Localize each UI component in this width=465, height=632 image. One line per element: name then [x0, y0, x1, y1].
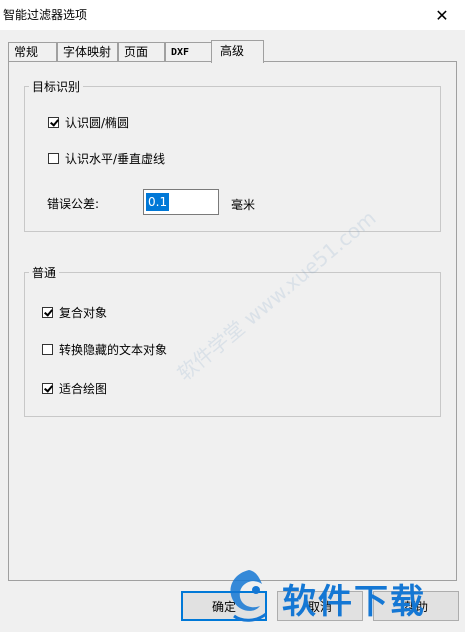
tab-advanced-label: 高级	[220, 44, 245, 58]
ok-button[interactable]: 确定	[181, 591, 267, 621]
tab-page-label: 页面	[124, 45, 149, 59]
compound-object-label: 复合对象	[59, 306, 108, 320]
close-icon: ✕	[435, 5, 449, 25]
cancel-label: 取消	[307, 599, 332, 614]
tab-dxf-label: DXF	[171, 47, 190, 58]
target-recognition-legend: 目标识别	[32, 80, 81, 94]
tab-advanced[interactable]: 高级	[211, 40, 264, 63]
tolerance-label: 错误公差:	[47, 197, 100, 211]
tab-font-mapping-label: 字体映射	[63, 45, 112, 59]
tab-dxf[interactable]: DXF	[165, 42, 213, 61]
compound-object-checkbox[interactable]: 复合对象	[42, 304, 107, 321]
general-legend: 普通	[32, 266, 57, 280]
convert-hidden-text-label: 转换隐藏的文本对象	[59, 343, 168, 357]
help-button[interactable]: 帮助	[373, 591, 459, 621]
cancel-button[interactable]: 取消	[277, 591, 363, 621]
title-bar: 智能过滤器选项 ✕	[0, 0, 465, 30]
fit-drawing-label: 适合绘图	[59, 382, 108, 396]
tab-page[interactable]: 页面	[118, 42, 165, 61]
recognize-circle-label: 认识圆/椭圆	[65, 116, 130, 130]
tab-general-label: 常规	[14, 45, 39, 59]
checkbox-box	[42, 383, 53, 394]
tolerance-value: 0.1	[146, 193, 170, 211]
recognize-dashed-line-label: 认识水平/垂直虚线	[65, 152, 166, 166]
advanced-panel: 目标识别 认识圆/椭圆 认识水平/垂直虚线 错误公差: 0.1 毫米 普通 复合…	[8, 61, 457, 581]
tab-general[interactable]: 常规	[8, 42, 57, 61]
help-label: 帮助	[403, 599, 428, 614]
checkbox-box	[42, 307, 53, 318]
fit-drawing-checkbox[interactable]: 适合绘图	[42, 380, 107, 397]
recognize-circle-checkbox[interactable]: 认识圆/椭圆	[48, 114, 129, 131]
checkbox-box	[48, 153, 59, 164]
tolerance-unit: 毫米	[231, 198, 256, 212]
tolerance-input[interactable]: 0.1	[143, 189, 219, 215]
tab-font-mapping[interactable]: 字体映射	[57, 42, 118, 61]
checkbox-box	[48, 117, 59, 128]
window-title: 智能过滤器选项	[3, 8, 88, 22]
close-button[interactable]: ✕	[419, 0, 465, 30]
recognize-dashed-line-checkbox[interactable]: 认识水平/垂直虚线	[48, 150, 165, 167]
ok-label: 确定	[211, 599, 236, 614]
checkbox-box	[42, 344, 53, 355]
convert-hidden-text-checkbox[interactable]: 转换隐藏的文本对象	[42, 341, 167, 358]
